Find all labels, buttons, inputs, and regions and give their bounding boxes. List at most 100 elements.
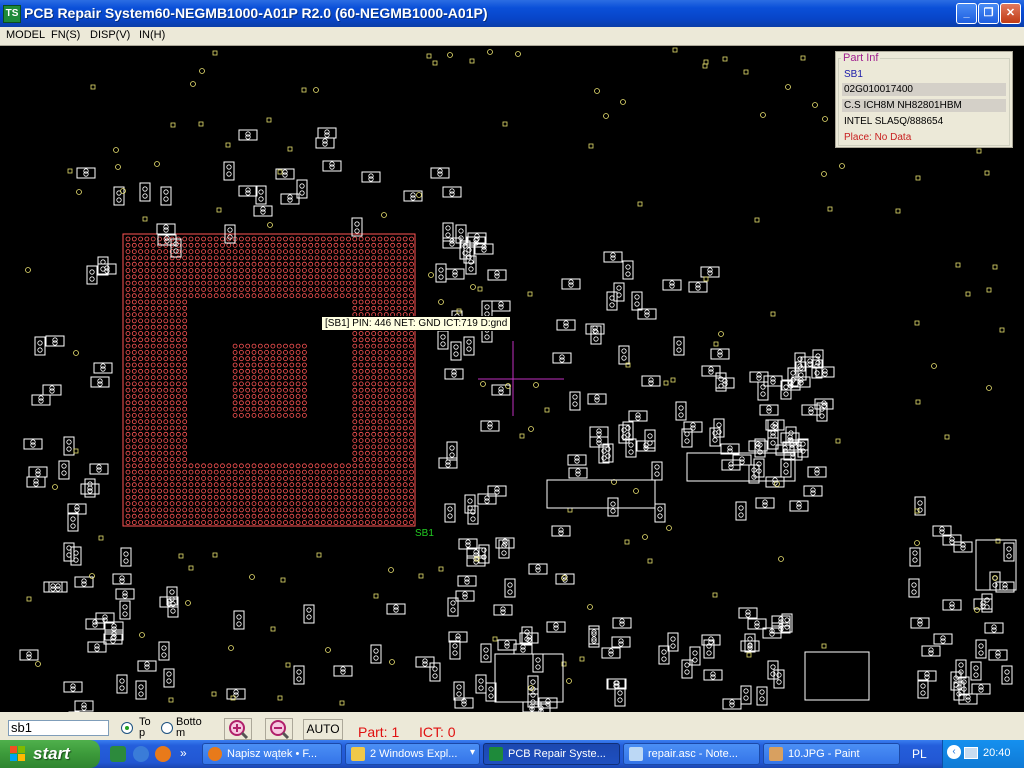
- component-pad: [38, 398, 44, 404]
- bga-pad: [346, 501, 351, 507]
- minimize-button[interactable]: _: [956, 3, 977, 24]
- bga-pad: [352, 337, 358, 343]
- bga-pad: [396, 488, 402, 494]
- radio-top[interactable]: [121, 722, 133, 734]
- bga-pad: [125, 450, 131, 456]
- bga-pad: [150, 412, 156, 418]
- bga-pad: [383, 236, 389, 242]
- bga-pad: [402, 419, 408, 425]
- bga-pad: [402, 299, 408, 305]
- bga-pad: [138, 242, 144, 248]
- component-pad: [766, 408, 772, 414]
- bga-pad: [358, 419, 364, 425]
- component-pad: [592, 328, 598, 334]
- bga-pad: [163, 381, 169, 387]
- bga-pad: [327, 261, 333, 267]
- start-button[interactable]: start: [0, 740, 100, 768]
- bga-pad: [377, 236, 383, 242]
- bga-pad: [138, 475, 144, 481]
- bga-pad: [390, 274, 396, 280]
- bga-pad: [301, 394, 307, 399]
- menu-model[interactable]: MODEL: [6, 29, 45, 41]
- bga-pad: [264, 343, 270, 349]
- bga-pad: [150, 236, 156, 242]
- bga-pad: [220, 520, 225, 525]
- component-pad: [30, 442, 36, 448]
- bga-pad: [264, 501, 270, 507]
- bga-pad: [364, 293, 370, 299]
- quicklaunch-firefox-icon[interactable]: [155, 746, 171, 762]
- bga-pad: [138, 400, 144, 406]
- bga-pad: [238, 406, 244, 412]
- bga-pad: [238, 356, 244, 362]
- bga-pad: [251, 286, 257, 292]
- bga-pad: [289, 412, 295, 418]
- via: [915, 175, 921, 181]
- bga-pad: [251, 488, 257, 494]
- bga-pad: [251, 280, 257, 286]
- bga-pad: [138, 318, 144, 324]
- menu-in[interactable]: IN(H): [139, 29, 165, 41]
- bga-pad: [396, 356, 402, 362]
- quicklaunch-more-icon[interactable]: »: [180, 746, 187, 760]
- bga-pad: [390, 425, 396, 431]
- component-pad: [324, 132, 330, 138]
- maximize-button[interactable]: ❐: [978, 3, 999, 24]
- bga-pad: [270, 274, 276, 280]
- bga-pad: [157, 475, 162, 481]
- auto-button[interactable]: AUTO: [303, 719, 343, 740]
- bga-pad: [371, 242, 377, 248]
- bga-pad: [175, 494, 181, 500]
- component-pad: [940, 638, 946, 644]
- radio-bottom[interactable]: [161, 722, 173, 734]
- network-icon[interactable]: [964, 747, 978, 759]
- task-paint[interactable]: 10.JPG - Paint: [763, 743, 900, 765]
- bga-pad: [232, 406, 238, 412]
- bga-pad: [138, 419, 144, 425]
- task-pcb-repair[interactable]: PCB Repair Syste...: [483, 743, 620, 765]
- tray-expand-icon[interactable]: ‹: [947, 745, 961, 759]
- menu-fn[interactable]: FN(S): [51, 29, 80, 41]
- task-explorer[interactable]: 2 Windows Expl... ▾: [345, 743, 480, 765]
- component-pad: [432, 673, 438, 679]
- bga-pad: [283, 501, 288, 507]
- bga-pad: [339, 242, 345, 248]
- bga-pad: [220, 280, 225, 286]
- bga-pad: [169, 261, 175, 267]
- bga-pad: [213, 268, 219, 273]
- bga-pad: [409, 513, 414, 519]
- component-pad: [122, 611, 128, 617]
- bga-pad: [150, 457, 156, 462]
- bga-pad: [226, 261, 232, 267]
- bga-pad: [283, 286, 288, 292]
- bga-pad: [295, 501, 301, 507]
- task-firefox[interactable]: Napisz wątek • F...: [202, 743, 342, 765]
- quicklaunch-ie-icon[interactable]: [133, 746, 149, 762]
- component-pad: [776, 672, 782, 678]
- zoom-out-button[interactable]: [265, 718, 293, 740]
- bga-pad: [327, 501, 333, 507]
- bga-pad: [232, 488, 238, 494]
- component-pad: [354, 228, 360, 234]
- part-search-input[interactable]: sb1: [8, 720, 109, 736]
- bga-pad: [144, 331, 150, 336]
- bga-pad: [358, 286, 364, 292]
- via: [477, 286, 483, 292]
- zoom-in-button[interactable]: [224, 718, 252, 740]
- bga-pad: [289, 482, 295, 488]
- task-notepad[interactable]: repair.asc - Note...: [623, 743, 760, 765]
- quicklaunch-desktop-icon[interactable]: [110, 746, 126, 762]
- bga-pad: [138, 431, 144, 437]
- bga-pad: [364, 242, 370, 248]
- bga-pad: [276, 343, 282, 349]
- bga-pad: [125, 305, 131, 311]
- bga-pad: [409, 375, 414, 381]
- menu-disp[interactable]: DISP(V): [90, 29, 130, 41]
- language-indicator[interactable]: PL: [912, 747, 927, 761]
- bga-pad: [295, 400, 301, 406]
- via: [984, 170, 990, 176]
- bga-pad: [409, 488, 414, 494]
- component-pad: [610, 255, 616, 261]
- close-button[interactable]: ✕: [1000, 3, 1021, 24]
- component-pad: [507, 589, 513, 595]
